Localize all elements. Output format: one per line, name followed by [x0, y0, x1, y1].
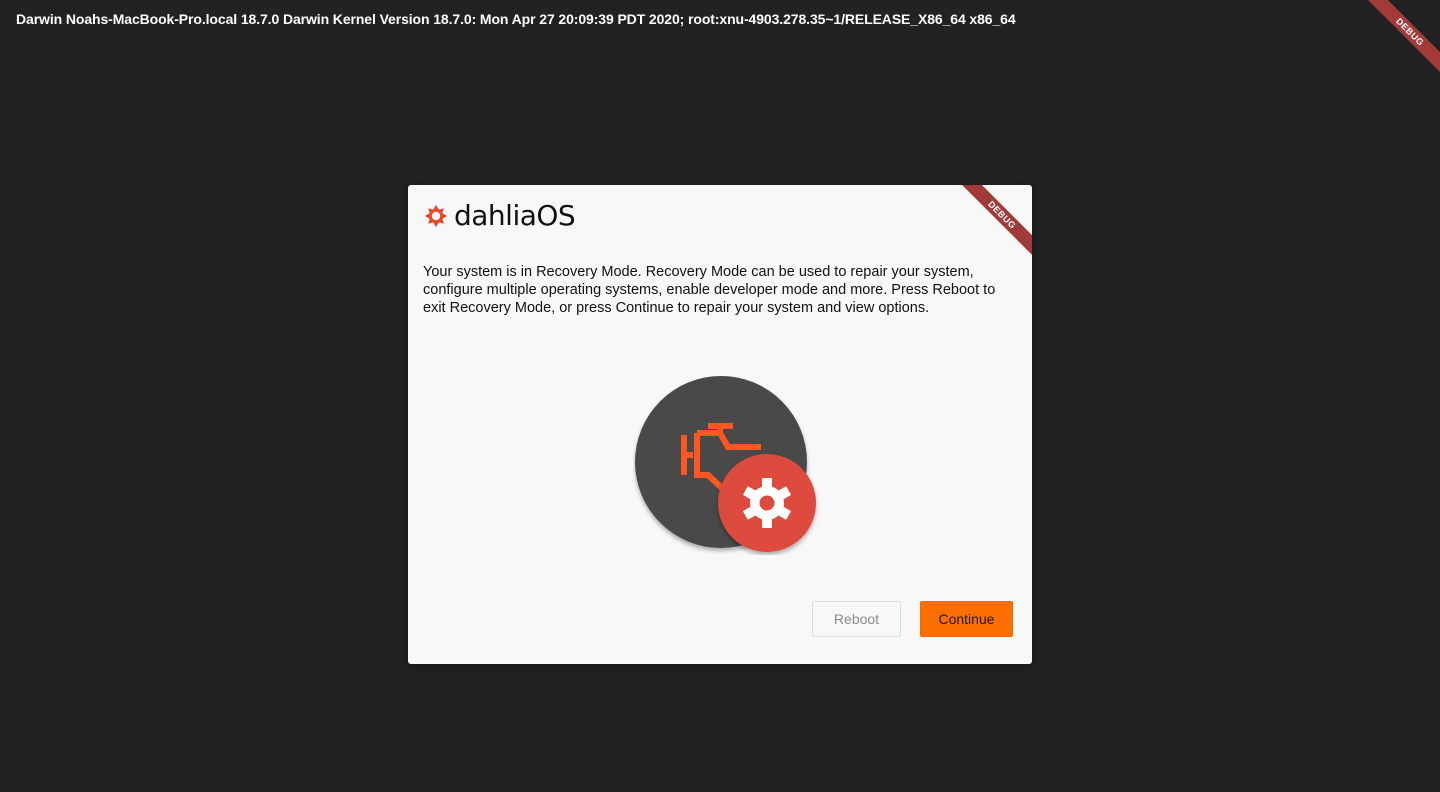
recovery-dialog: DEBUG dahliaOS Your system is in Recover… — [408, 185, 1032, 664]
brand-header: dahliaOS — [424, 199, 576, 232]
dahlia-flower-icon — [425, 205, 447, 227]
continue-button[interactable]: Continue — [920, 601, 1013, 637]
system-info-text: Darwin Noahs-MacBook-Pro.local 18.7.0 Da… — [16, 11, 1016, 27]
reboot-button[interactable]: Reboot — [812, 601, 901, 637]
brand-name: dahliaOS — [454, 199, 576, 232]
recovery-message: Your system is in Recovery Mode. Recover… — [423, 264, 996, 316]
recovery-illustration — [635, 376, 816, 552]
recovery-screen: Darwin Noahs-MacBook-Pro.local 18.7.0 Da… — [0, 0, 1440, 792]
dialog-debug-banner: DEBUG — [944, 185, 1032, 273]
debug-banner: DEBUG — [1352, 0, 1440, 90]
